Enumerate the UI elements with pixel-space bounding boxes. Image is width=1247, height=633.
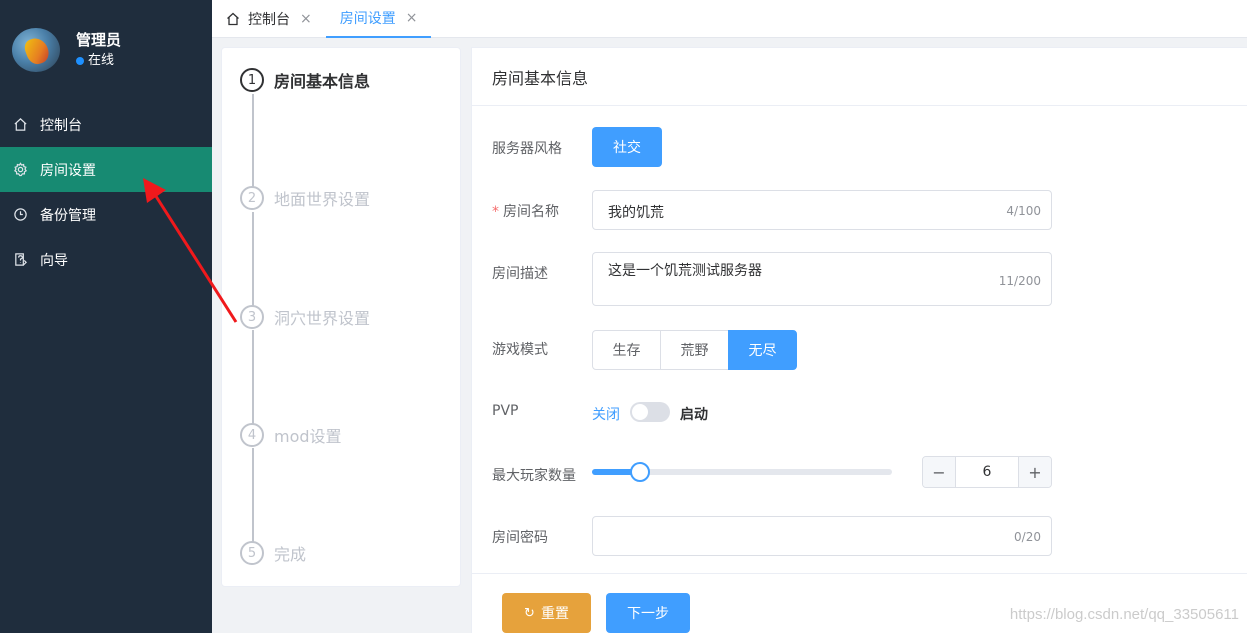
step-number: 3 — [240, 305, 264, 329]
sidebar-item-label: 备份管理 — [40, 207, 96, 224]
sidebar-item-label: 控制台 — [40, 117, 82, 134]
watermark: https://blog.csdn.net/qq_33505611 — [1009, 606, 1239, 623]
room-password-label: 房间密码 — [492, 530, 548, 546]
clock-icon — [12, 207, 28, 223]
server-style-label: 服务器风格 — [492, 141, 562, 157]
game-mode-label: 游戏模式 — [492, 342, 548, 358]
step-number: 5 — [240, 541, 264, 565]
next-step-button[interactable]: 下一步 — [606, 593, 690, 633]
increment-button[interactable]: + — [1018, 457, 1051, 487]
step-number: 1 — [240, 68, 264, 92]
form-card: 房间基本信息 服务器风格 社交 * 房间名称 我的饥荒 4/100 房间描述 这是… — [471, 47, 1247, 633]
game-mode-radio-group: 生存 荒野 无尽 — [592, 330, 797, 370]
status-dot-icon — [76, 57, 84, 65]
refresh-icon: ↻ — [524, 605, 535, 621]
room-name-input[interactable]: 我的饥荒 4/100 — [592, 190, 1052, 230]
room-name-label: * 房间名称 — [492, 204, 559, 220]
close-icon[interactable]: × — [300, 11, 312, 27]
user-name: 管理员 — [76, 31, 122, 49]
reset-label: 重置 — [540, 606, 569, 622]
step-title: 房间基本信息 — [274, 72, 371, 91]
step-cave-world: 3 洞穴世界设置 — [240, 305, 370, 329]
sidebar-item-dashboard[interactable]: 控制台 — [0, 102, 212, 147]
game-mode-endless[interactable]: 无尽 — [728, 330, 797, 370]
step-finish: 5 完成 — [240, 541, 306, 565]
game-mode-survival[interactable]: 生存 — [592, 330, 661, 370]
step-title: 地面世界设置 — [274, 190, 371, 209]
avatar — [12, 28, 60, 72]
guide-icon — [12, 252, 28, 268]
step-number: 4 — [240, 423, 264, 447]
step-connector — [252, 330, 254, 426]
pvp-toggle[interactable] — [630, 402, 670, 422]
close-icon[interactable]: × — [406, 10, 418, 26]
sidebar-item-label: 房间设置 — [40, 162, 96, 179]
pvp-on-text: 启动 — [680, 407, 708, 423]
server-style-button[interactable]: 社交 — [592, 127, 662, 167]
pvp-label: PVP — [492, 403, 519, 419]
room-name-value: 我的饥荒 — [608, 205, 664, 221]
room-password-count: 0/20 — [1014, 530, 1041, 544]
step-title: 洞穴世界设置 — [274, 309, 371, 328]
sidebar: 管理员 在线 控制台 房间设置 备份管理 向导 — [0, 0, 212, 633]
step-mod-settings: 4 mod设置 — [240, 423, 342, 447]
sidebar-menu: 控制台 房间设置 备份管理 向导 — [0, 102, 212, 282]
room-password-input[interactable]: 0/20 — [592, 516, 1052, 556]
room-desc-label: 房间描述 — [492, 266, 548, 282]
tab-dashboard[interactable]: 控制台 × — [212, 0, 326, 38]
step-connector — [252, 212, 254, 308]
step-title: 完成 — [274, 545, 307, 564]
tab-label: 房间设置 — [339, 11, 396, 27]
tab-room-settings[interactable]: 房间设置 × — [325, 0, 432, 38]
tab-bar: 控制台 × 房间设置 × — [212, 0, 1247, 38]
user-profile: 管理员 在线 — [12, 28, 121, 72]
sidebar-item-label: 向导 — [40, 252, 68, 269]
step-title: mod设置 — [274, 427, 342, 446]
step-basic-info: 1 房间基本信息 — [240, 68, 370, 92]
room-desc-textarea[interactable]: 这是一个饥荒测试服务器 11/200 — [592, 252, 1052, 306]
game-mode-wilderness[interactable]: 荒野 — [660, 330, 729, 370]
home-icon — [12, 117, 28, 133]
sidebar-item-backup[interactable]: 备份管理 — [0, 192, 212, 237]
user-status: 在线 — [76, 51, 121, 71]
decrement-button[interactable]: − — [923, 457, 956, 487]
pvp-off-text: 关闭 — [592, 407, 620, 423]
home-icon — [226, 12, 240, 26]
reset-button[interactable]: ↻ 重置 — [502, 593, 591, 633]
slider-handle[interactable] — [630, 462, 650, 482]
steps-panel: 1 房间基本信息 2 地面世界设置 3 洞穴世界设置 4 mod设置 5 完成 — [221, 47, 461, 587]
required-mark: * — [492, 204, 499, 220]
card-title: 房间基本信息 — [472, 48, 1247, 106]
gear-icon — [12, 162, 28, 178]
max-players-label: 最大玩家数量 — [492, 468, 576, 484]
toggle-knob — [632, 404, 648, 420]
max-players-stepper: − 6 + — [922, 456, 1052, 488]
room-desc-count: 11/200 — [998, 274, 1041, 288]
user-status-text: 在线 — [88, 53, 115, 68]
step-number: 2 — [240, 186, 264, 210]
sidebar-item-guide[interactable]: 向导 — [0, 237, 212, 282]
max-players-slider[interactable] — [592, 462, 892, 482]
sidebar-item-room-settings[interactable]: 房间设置 — [0, 147, 212, 192]
max-players-value[interactable]: 6 — [956, 457, 1018, 487]
step-surface-world: 2 地面世界设置 — [240, 186, 370, 210]
room-name-count: 4/100 — [1006, 204, 1041, 218]
tab-label: 控制台 — [248, 12, 290, 28]
step-connector — [252, 94, 254, 190]
room-desc-value: 这是一个饥荒测试服务器 — [608, 263, 762, 279]
step-connector — [252, 448, 254, 544]
